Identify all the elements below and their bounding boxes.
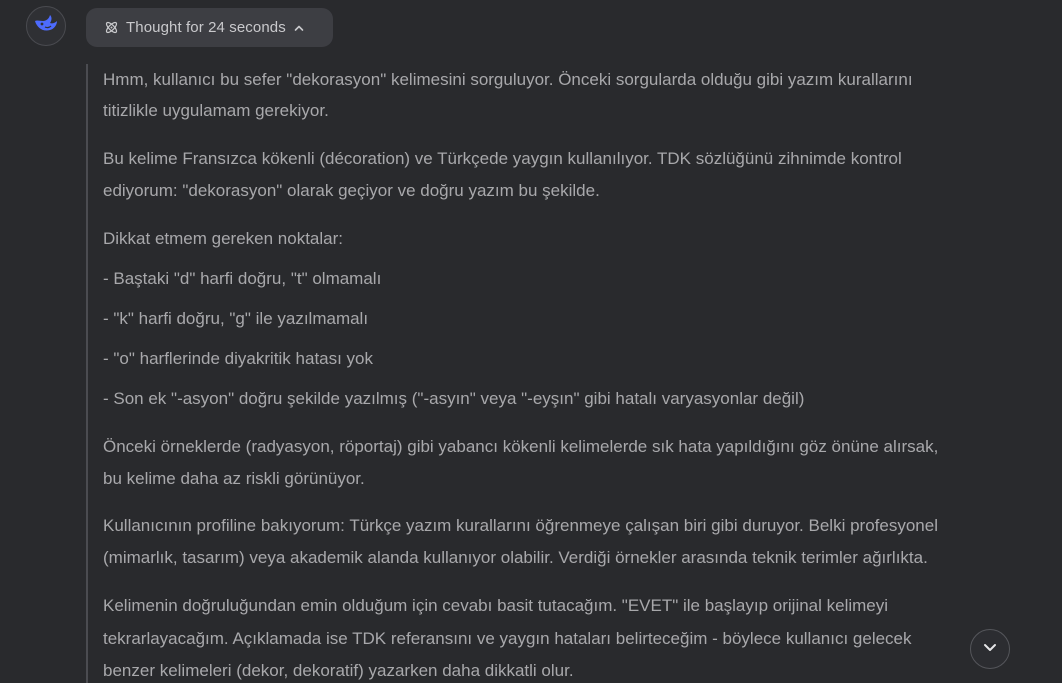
assistant-avatar — [26, 6, 66, 46]
chat-page: Thought for 24 seconds Hmm, kullanıcı bu… — [0, 0, 1062, 683]
thought-line: Kullanıcının profiline bakıyorum: Türkçe… — [103, 516, 938, 535]
thought-line: (mimarlık, tasarım) veya akademik alanda… — [103, 548, 928, 567]
thought-line: Bu kelime Fransızca kökenli (décoration)… — [103, 149, 902, 168]
thought-line: Hmm, kullanıcı bu sefer "dekorasyon" kel… — [103, 70, 913, 89]
chevron-up-icon — [293, 22, 305, 34]
scroll-to-bottom-button[interactable] — [970, 629, 1010, 669]
thought-list-item: - "o" harflerinde diyakritik hatası yok — [103, 349, 374, 368]
thought-line: titizlikle uygulamam gerekiyor. — [103, 101, 329, 120]
thought-line: Dikkat etmem gereken noktalar: — [103, 229, 343, 248]
thought-line: Önceki örneklerde (radyasyon, röportaj) … — [103, 437, 939, 456]
whale-logo-icon — [33, 13, 59, 40]
thought-list-item: - Son ek "-asyon" doğru şekilde yazılmış… — [103, 389, 805, 408]
thought-line: benzer kelimeleri (dekor, dekoratif) yaz… — [103, 661, 574, 680]
thought-list-item: - Baştaki "d" harfi doğru, "t" olmamalı — [103, 269, 382, 288]
thought-list-item: - "k" harfi doğru, "g" ile yazılmamalı — [103, 309, 369, 328]
thought-toggle-button[interactable]: Thought for 24 seconds — [86, 8, 333, 47]
thought-line: bu kelime daha az riskli görünüyor. — [103, 469, 365, 488]
thought-line: ediyorum: "dekorasyon" olarak geçiyor ve… — [103, 181, 600, 200]
thought-duration-label: Thought for 24 seconds — [126, 19, 286, 36]
thought-line: Kelimenin doğruluğundan emin olduğum içi… — [103, 596, 889, 615]
chevron-down-icon — [981, 638, 999, 661]
thought-content: Hmm, kullanıcı bu sefer "dekorasyon" kel… — [86, 64, 1021, 683]
thought-line: tekrarlayacağım. Açıklamada ise TDK refe… — [103, 629, 912, 648]
atom-icon — [104, 20, 119, 35]
